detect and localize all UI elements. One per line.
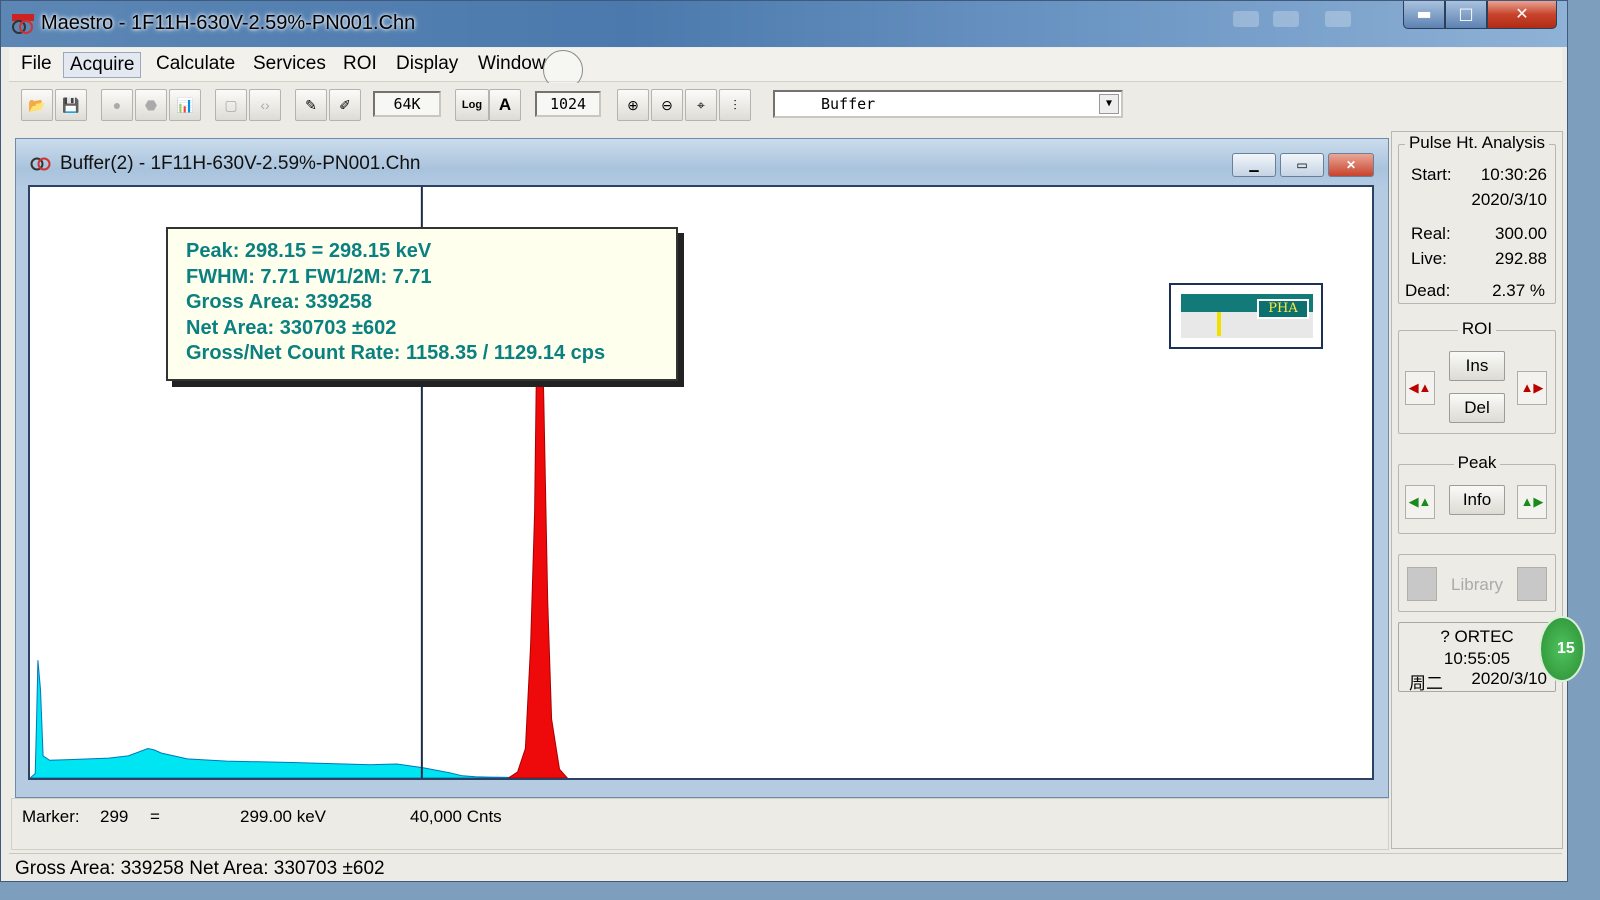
pha-overview-window[interactable]: PHA	[1169, 283, 1323, 349]
close-button[interactable]: ✕	[1487, 1, 1557, 29]
vendor-label: ? ORTEC	[1440, 627, 1514, 646]
start-label: Start:	[1411, 165, 1452, 184]
marker-info-bar: Marker: 299 = 299.00 keV 40,000 Cnts	[11, 798, 1389, 850]
stop-acquire-icon[interactable]: ⬣	[135, 89, 167, 121]
notification-badge[interactable]: 15	[1539, 616, 1585, 682]
start-date: 2020/3/10	[1471, 190, 1547, 209]
clock-group: ? ORTEC 10:55:05 周二 2020/3/10	[1398, 622, 1556, 693]
pha-overview-graphic: PHA	[1181, 294, 1313, 338]
menu-bar: File Acquire Calculate Services ROI Disp…	[9, 48, 1562, 82]
clock-date: 2020/3/10	[1471, 669, 1547, 688]
library-group: Library	[1398, 554, 1556, 612]
buffer-window-title: Buffer(2) - 1F11H-630V-2.59%-PN001.Chn	[60, 153, 421, 174]
peak-energy-text: Peak: 298.15 = 298.15 keV	[186, 240, 432, 262]
ghost-icon	[1325, 11, 1351, 27]
pulse-height-title: Pulse Ht. Analysis	[1404, 133, 1550, 152]
detector-select-value: Buffer	[821, 95, 876, 113]
ghost-icon	[1233, 11, 1259, 27]
child-maximize-button[interactable]: ▭	[1280, 153, 1324, 177]
open-folder-icon[interactable]: 📂	[21, 89, 53, 121]
maximize-button[interactable]: □	[1445, 1, 1487, 29]
roi-title: ROI	[1457, 319, 1497, 338]
clear-spectrum-icon[interactable]: 📊	[169, 89, 201, 121]
gross-area-text: Gross Area: 339258	[186, 291, 373, 313]
spectrum-plot[interactable]: Peak: 298.15 = 298.15 keV FWHM: 7.71 FW1…	[28, 185, 1374, 780]
menu-file[interactable]: File	[15, 52, 58, 78]
vertical-scale-field[interactable]: 1024	[535, 91, 601, 117]
live-label: Live:	[1411, 249, 1447, 268]
app-icon	[12, 14, 34, 34]
dead-label: Dead:	[1405, 281, 1451, 300]
live-value: 292.88	[1495, 249, 1547, 268]
title-bar[interactable]: Maestro - 1F11H-630V-2.59%-PN001.Chn ▬ □…	[1, 1, 1567, 47]
net-area-text: Net Area: 330703 ±602	[186, 316, 397, 339]
memory-size-field[interactable]: 64K	[373, 91, 441, 117]
roi-unmark-icon[interactable]: ✐	[329, 89, 361, 121]
marker-equals: =	[150, 807, 160, 826]
chevron-down-icon[interactable]: ▼	[1099, 94, 1119, 114]
clock-day: 周二	[1409, 674, 1443, 693]
peak-prev-arrow-icon[interactable]: ◀▲	[1405, 485, 1435, 519]
peak-next-arrow-icon[interactable]: ▲▶	[1517, 485, 1547, 519]
zoom-out-icon[interactable]: ⊖	[651, 89, 683, 121]
center-icon[interactable]: ⌖	[685, 89, 717, 121]
marker-label: Marker:	[22, 807, 80, 826]
menu-acquire[interactable]: Acquire	[63, 52, 142, 78]
buffer-window: Buffer(2) - 1F11H-630V-2.59%-PN001.Chn ▁…	[15, 138, 1389, 798]
menu-services[interactable]: Services	[247, 52, 332, 78]
start-time: 10:30:26	[1480, 165, 1547, 184]
child-minimize-button[interactable]: ▁	[1232, 153, 1276, 177]
pulse-height-group: Pulse Ht. Analysis Start: 10:30:26 2020/…	[1398, 133, 1556, 304]
overview-marker	[1217, 312, 1221, 336]
copy-buffer-icon[interactable]: ▢	[215, 89, 247, 121]
roi-delete-button[interactable]: Del	[1449, 393, 1505, 423]
buffer-window-icon	[30, 157, 51, 171]
marker-energy: 299.00 keV	[240, 807, 327, 826]
peak-info-button[interactable]: Info	[1449, 485, 1505, 515]
peak-title: Peak	[1453, 453, 1501, 472]
minimize-button[interactable]: ▬	[1403, 1, 1445, 29]
marker-channel: 299	[100, 807, 129, 826]
child-close-button[interactable]: ✕	[1328, 153, 1374, 177]
ghost-icon	[1273, 11, 1299, 27]
detector-buffer-toggle-icon[interactable]: ‹›	[249, 89, 281, 121]
window-title: Maestro - 1F11H-630V-2.59%-PN001.Chn	[41, 12, 416, 34]
status-text: Gross Area: 339258 Net Area: 330703 ±602	[15, 858, 385, 879]
clock-time: 10:55:05	[1443, 649, 1511, 668]
zoom-in-icon[interactable]: ⊕	[617, 89, 649, 121]
auto-scale-button[interactable]: A	[489, 89, 521, 121]
real-value: 300.00	[1495, 224, 1547, 243]
peak-group: Peak ◀▲ Info ▲▶	[1398, 453, 1556, 534]
menu-window[interactable]: Window	[472, 52, 552, 78]
count-rate-text: Gross/Net Count Rate: 1158.35 / 1129.14 …	[186, 342, 606, 364]
marker-counts: 40,000 Cnts	[410, 807, 502, 826]
menu-calculate[interactable]: Calculate	[150, 52, 241, 78]
roi-prev-arrow-icon[interactable]: ◀▲	[1405, 371, 1435, 405]
library-next-icon[interactable]	[1517, 567, 1547, 601]
menu-display[interactable]: Display	[390, 52, 464, 78]
save-icon[interactable]: 💾	[55, 89, 87, 121]
spectrum-series-background	[30, 660, 529, 778]
baseline-zoom-icon[interactable]: ⫶	[719, 89, 751, 121]
right-panel: Pulse Ht. Analysis Start: 10:30:26 2020/…	[1391, 131, 1563, 849]
fwhm-text: FWHM: 7.71 FW1/2M: 7.71	[186, 265, 432, 288]
main-window: Maestro - 1F11H-630V-2.59%-PN001.Chn ▬ □…	[0, 0, 1585, 882]
menu-roi[interactable]: ROI	[337, 52, 383, 78]
log-scale-button[interactable]: Log	[455, 89, 489, 121]
roi-next-arrow-icon[interactable]: ▲▶	[1517, 371, 1547, 405]
peak-info-popup: Peak: 298.15 = 298.15 keV FWHM: 7.71 FW1…	[166, 227, 678, 381]
start-acquire-icon[interactable]: ●	[101, 89, 133, 121]
detector-select[interactable]: Buffer ▼	[773, 90, 1123, 118]
dead-value: 2.37 %	[1492, 281, 1545, 300]
pha-label: PHA	[1257, 299, 1309, 319]
status-bar: Gross Area: 339258 Net Area: 330703 ±602	[9, 853, 1562, 881]
toolbar: 📂 💾 ● ⬣ 📊 ▢ ‹› ✎ ✐ 64K Log A 1024 ⊕ ⊖ ⌖ …	[9, 83, 1562, 127]
roi-mark-icon[interactable]: ✎	[295, 89, 327, 121]
real-label: Real:	[1411, 224, 1451, 243]
roi-group: ROI ◀▲ Ins Del ▲▶	[1398, 319, 1556, 434]
roi-insert-button[interactable]: Ins	[1449, 351, 1505, 381]
